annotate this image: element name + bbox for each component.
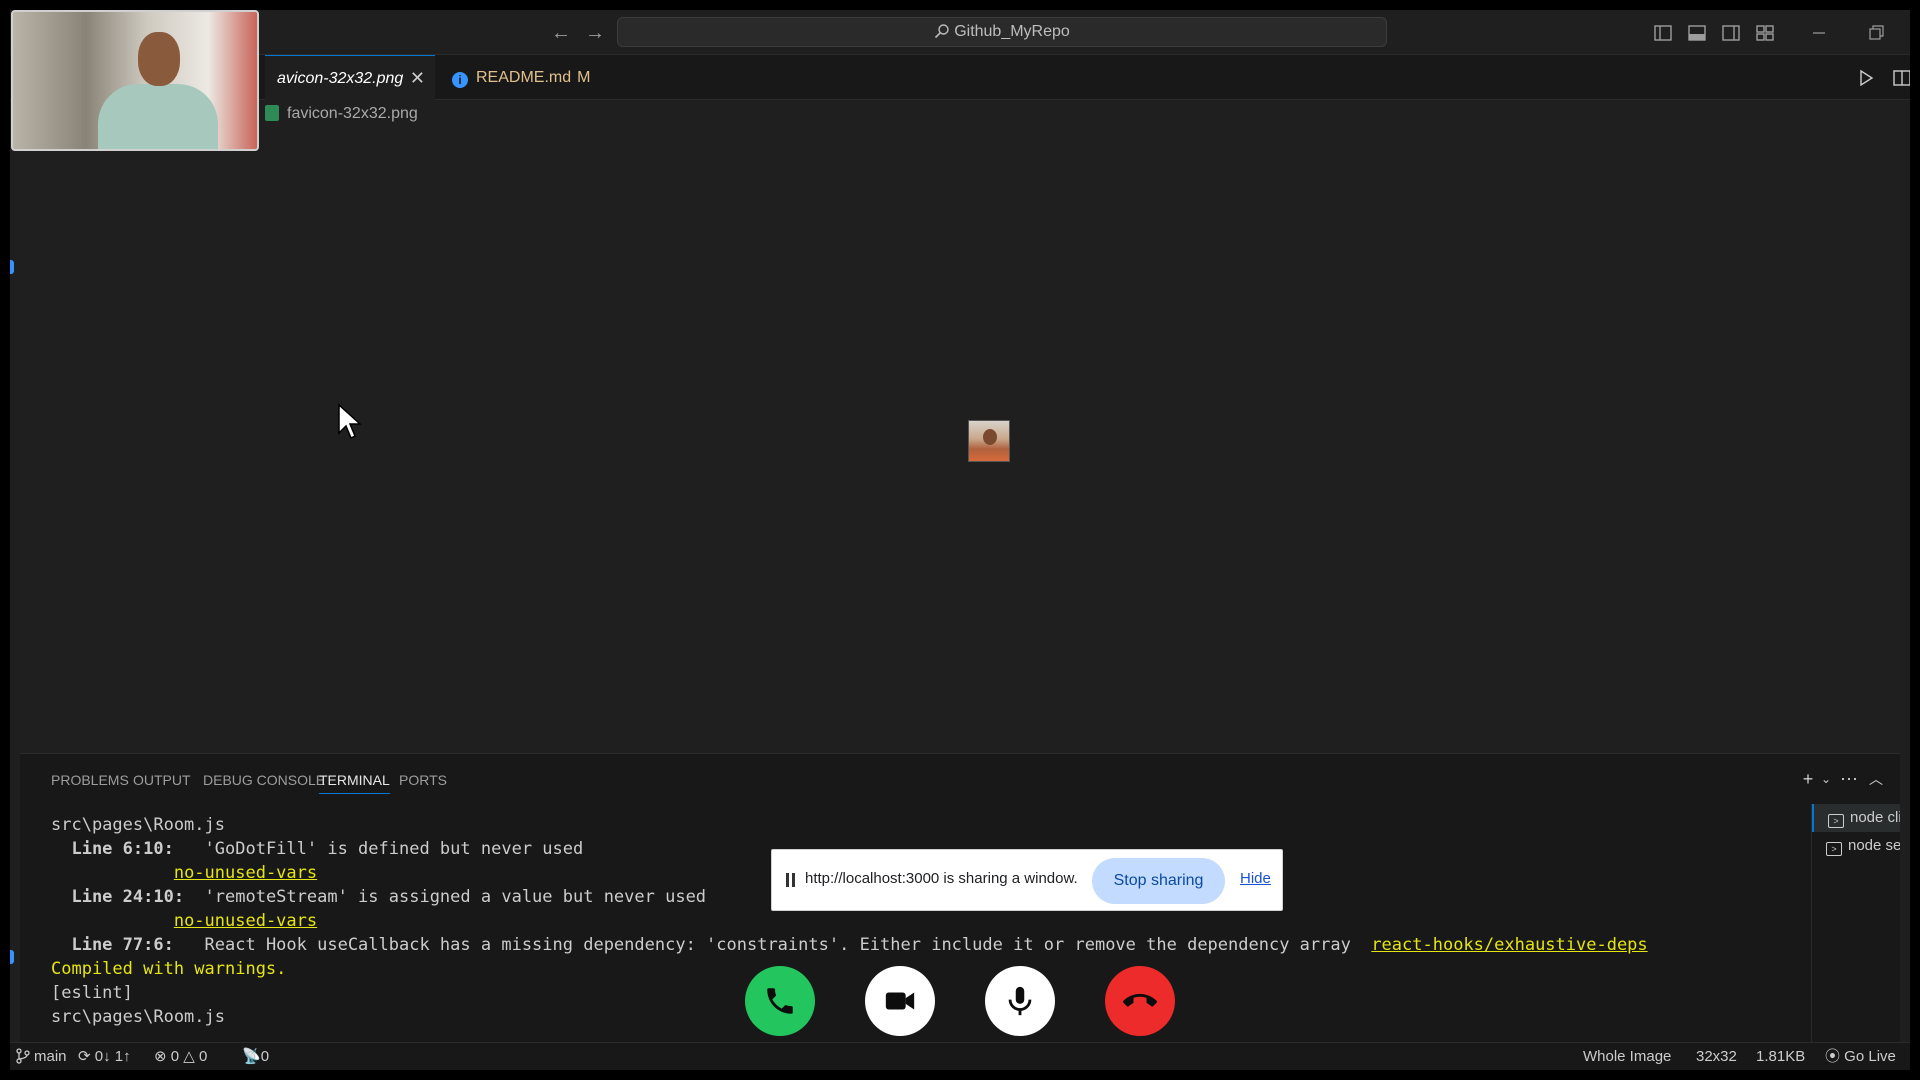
terminal-line: no-unused-vars — [51, 909, 1471, 933]
tab-label: avicon-32x32.png — [277, 70, 404, 87]
phone-icon — [767, 988, 793, 1014]
back-arrow-icon[interactable]: ← — [548, 20, 574, 46]
sync-status[interactable]: ⟳ 0↓ 1↑ — [78, 1043, 131, 1070]
ports-count: 0 — [260, 1048, 270, 1065]
toggle-primary-sidebar-icon[interactable] — [1650, 20, 1676, 46]
image-preview — [968, 420, 1010, 462]
microphone-toggle-button[interactable] — [985, 966, 1055, 1036]
broadcast-icon: ⦿ — [1825, 1048, 1845, 1065]
preview-face — [983, 429, 997, 445]
video-toggle-button[interactable] — [865, 966, 935, 1036]
tab-problems[interactable]: PROBLEMS — [51, 770, 129, 794]
stop-sharing-button[interactable]: Stop sharing — [1092, 858, 1225, 904]
activity-indicator — [10, 260, 14, 274]
branch-status[interactable]: main — [16, 1043, 67, 1070]
line-message: React Hook useCallback has a missing dep… — [173, 935, 1372, 955]
modified-badge: M — [577, 69, 591, 86]
lint-rule-link[interactable]: no-unused-vars — [174, 911, 317, 931]
activity-indicator — [10, 950, 14, 964]
call-button[interactable] — [745, 966, 815, 1036]
lint-rule-link[interactable]: react-hooks/exhaustive-deps — [1371, 935, 1647, 955]
forward-arrow-icon[interactable]: → — [582, 20, 608, 46]
terminal-list: > node clie > node serv — [1811, 804, 1900, 1051]
ports-status[interactable]: 📡0 — [242, 1043, 269, 1070]
video-camera-icon — [885, 992, 915, 1010]
webcam-person — [98, 84, 218, 149]
hang-up-icon — [1123, 993, 1157, 1007]
breadcrumb[interactable]: favicon-32x32.png — [265, 103, 418, 125]
tab-readme[interactable]: i README.md M — [440, 55, 620, 100]
hide-link[interactable]: Hide — [1240, 870, 1271, 887]
tab-debug-console[interactable]: DEBUG CONSOLE — [203, 770, 325, 794]
toggle-panel-icon[interactable] — [1684, 20, 1710, 46]
image-dimensions-status[interactable]: 32x32 — [1696, 1043, 1737, 1070]
lint-rule-link[interactable]: no-unused-vars — [174, 863, 317, 883]
vscode-window: ← → Github_MyRepo avicon-32x32.png ✕ i R… — [10, 10, 1910, 1070]
webcam-preview[interactable] — [11, 10, 259, 151]
editor-tab-bar: avicon-32x32.png ✕ i README.md M — [10, 55, 1910, 100]
terminal-icon: > — [1826, 842, 1842, 856]
tab-label: README.md — [476, 69, 572, 86]
more-actions-icon[interactable]: ⋯ — [1838, 768, 1860, 790]
go-live-label: Go Live — [1844, 1048, 1896, 1065]
terminal-item-label: node serv — [1848, 837, 1900, 854]
title-bar: ← → Github_MyRepo — [10, 10, 1910, 55]
sync-icon: ⟳ — [78, 1048, 95, 1065]
webcam-person-head — [138, 32, 180, 86]
tab-terminal[interactable]: TERMINAL — [319, 770, 390, 794]
mouse-cursor-icon — [337, 403, 363, 446]
maximize-panel-icon[interactable]: ︿ — [1865, 768, 1887, 790]
branch-name: main — [34, 1048, 67, 1065]
split-editor-icon[interactable] — [1889, 65, 1910, 91]
warning-count: 0 — [198, 1048, 208, 1065]
terminal-line: src\pages\Room.js — [51, 815, 225, 835]
restore-icon[interactable] — [1863, 20, 1889, 46]
chevron-down-icon[interactable]: ⌄ — [1815, 768, 1837, 790]
terminal-item-node-server[interactable]: > node serv — [1812, 832, 1900, 860]
breadcrumb-file: favicon-32x32.png — [287, 105, 418, 122]
run-icon[interactable] — [1853, 65, 1879, 91]
sync-counts: 0↓ 1↑ — [94, 1048, 131, 1065]
command-center-search[interactable]: Github_MyRepo — [617, 17, 1387, 47]
error-count: 0 — [170, 1048, 180, 1065]
error-icon: ⊗ — [154, 1048, 171, 1065]
info-icon: i — [452, 72, 468, 88]
tab-ports[interactable]: PORTS — [399, 770, 447, 794]
line-message: 'GoDotFill' is defined but never used — [173, 839, 584, 859]
line-location: Line 24:10: — [51, 887, 185, 907]
search-label: Github_MyRepo — [954, 23, 1070, 40]
minimize-icon[interactable] — [1806, 20, 1832, 46]
customize-layout-icon[interactable] — [1752, 20, 1778, 46]
git-branch-icon — [16, 1048, 30, 1064]
warning-icon: △ — [183, 1048, 199, 1065]
image-size-status[interactable]: 1.81KB — [1756, 1043, 1805, 1070]
broadcast-icon: 📡 — [242, 1048, 261, 1065]
toggle-secondary-sidebar-icon[interactable] — [1718, 20, 1744, 46]
line-message: 'remoteStream' is assigned a value but n… — [184, 887, 707, 907]
tab-favicon[interactable]: avicon-32x32.png ✕ — [265, 55, 435, 100]
search-icon — [935, 24, 949, 39]
close-icon[interactable]: ✕ — [410, 56, 425, 101]
terminal-line: Line 77:6: React Hook useCallback has a … — [51, 933, 1647, 957]
image-file-icon — [265, 105, 279, 121]
screen-share-bar: http://localhost:3000 is sharing a windo… — [771, 849, 1283, 911]
go-live-button[interactable]: ⦿ Go Live — [1825, 1043, 1896, 1070]
terminal-item-node-client[interactable]: > node clie — [1812, 804, 1900, 832]
status-bar: main ⟳ 0↓ 1↑ ⊗ 0 △ 0 📡0 Whole Image 32x3… — [10, 1042, 1910, 1070]
tab-output[interactable]: OUTPUT — [133, 770, 191, 794]
hang-up-button[interactable] — [1105, 966, 1175, 1036]
image-mode-status[interactable]: Whole Image — [1583, 1043, 1671, 1070]
terminal-item-label: node clie — [1850, 809, 1900, 826]
line-location: Line 77:6: — [51, 935, 174, 955]
problems-status[interactable]: ⊗ 0 △ 0 — [154, 1043, 207, 1070]
pause-icon — [786, 873, 796, 889]
microphone-icon — [1008, 986, 1032, 1016]
line-location: Line 6:10: — [51, 839, 174, 859]
share-message: http://localhost:3000 is sharing a windo… — [805, 870, 1078, 887]
terminal-icon: > — [1828, 814, 1844, 828]
